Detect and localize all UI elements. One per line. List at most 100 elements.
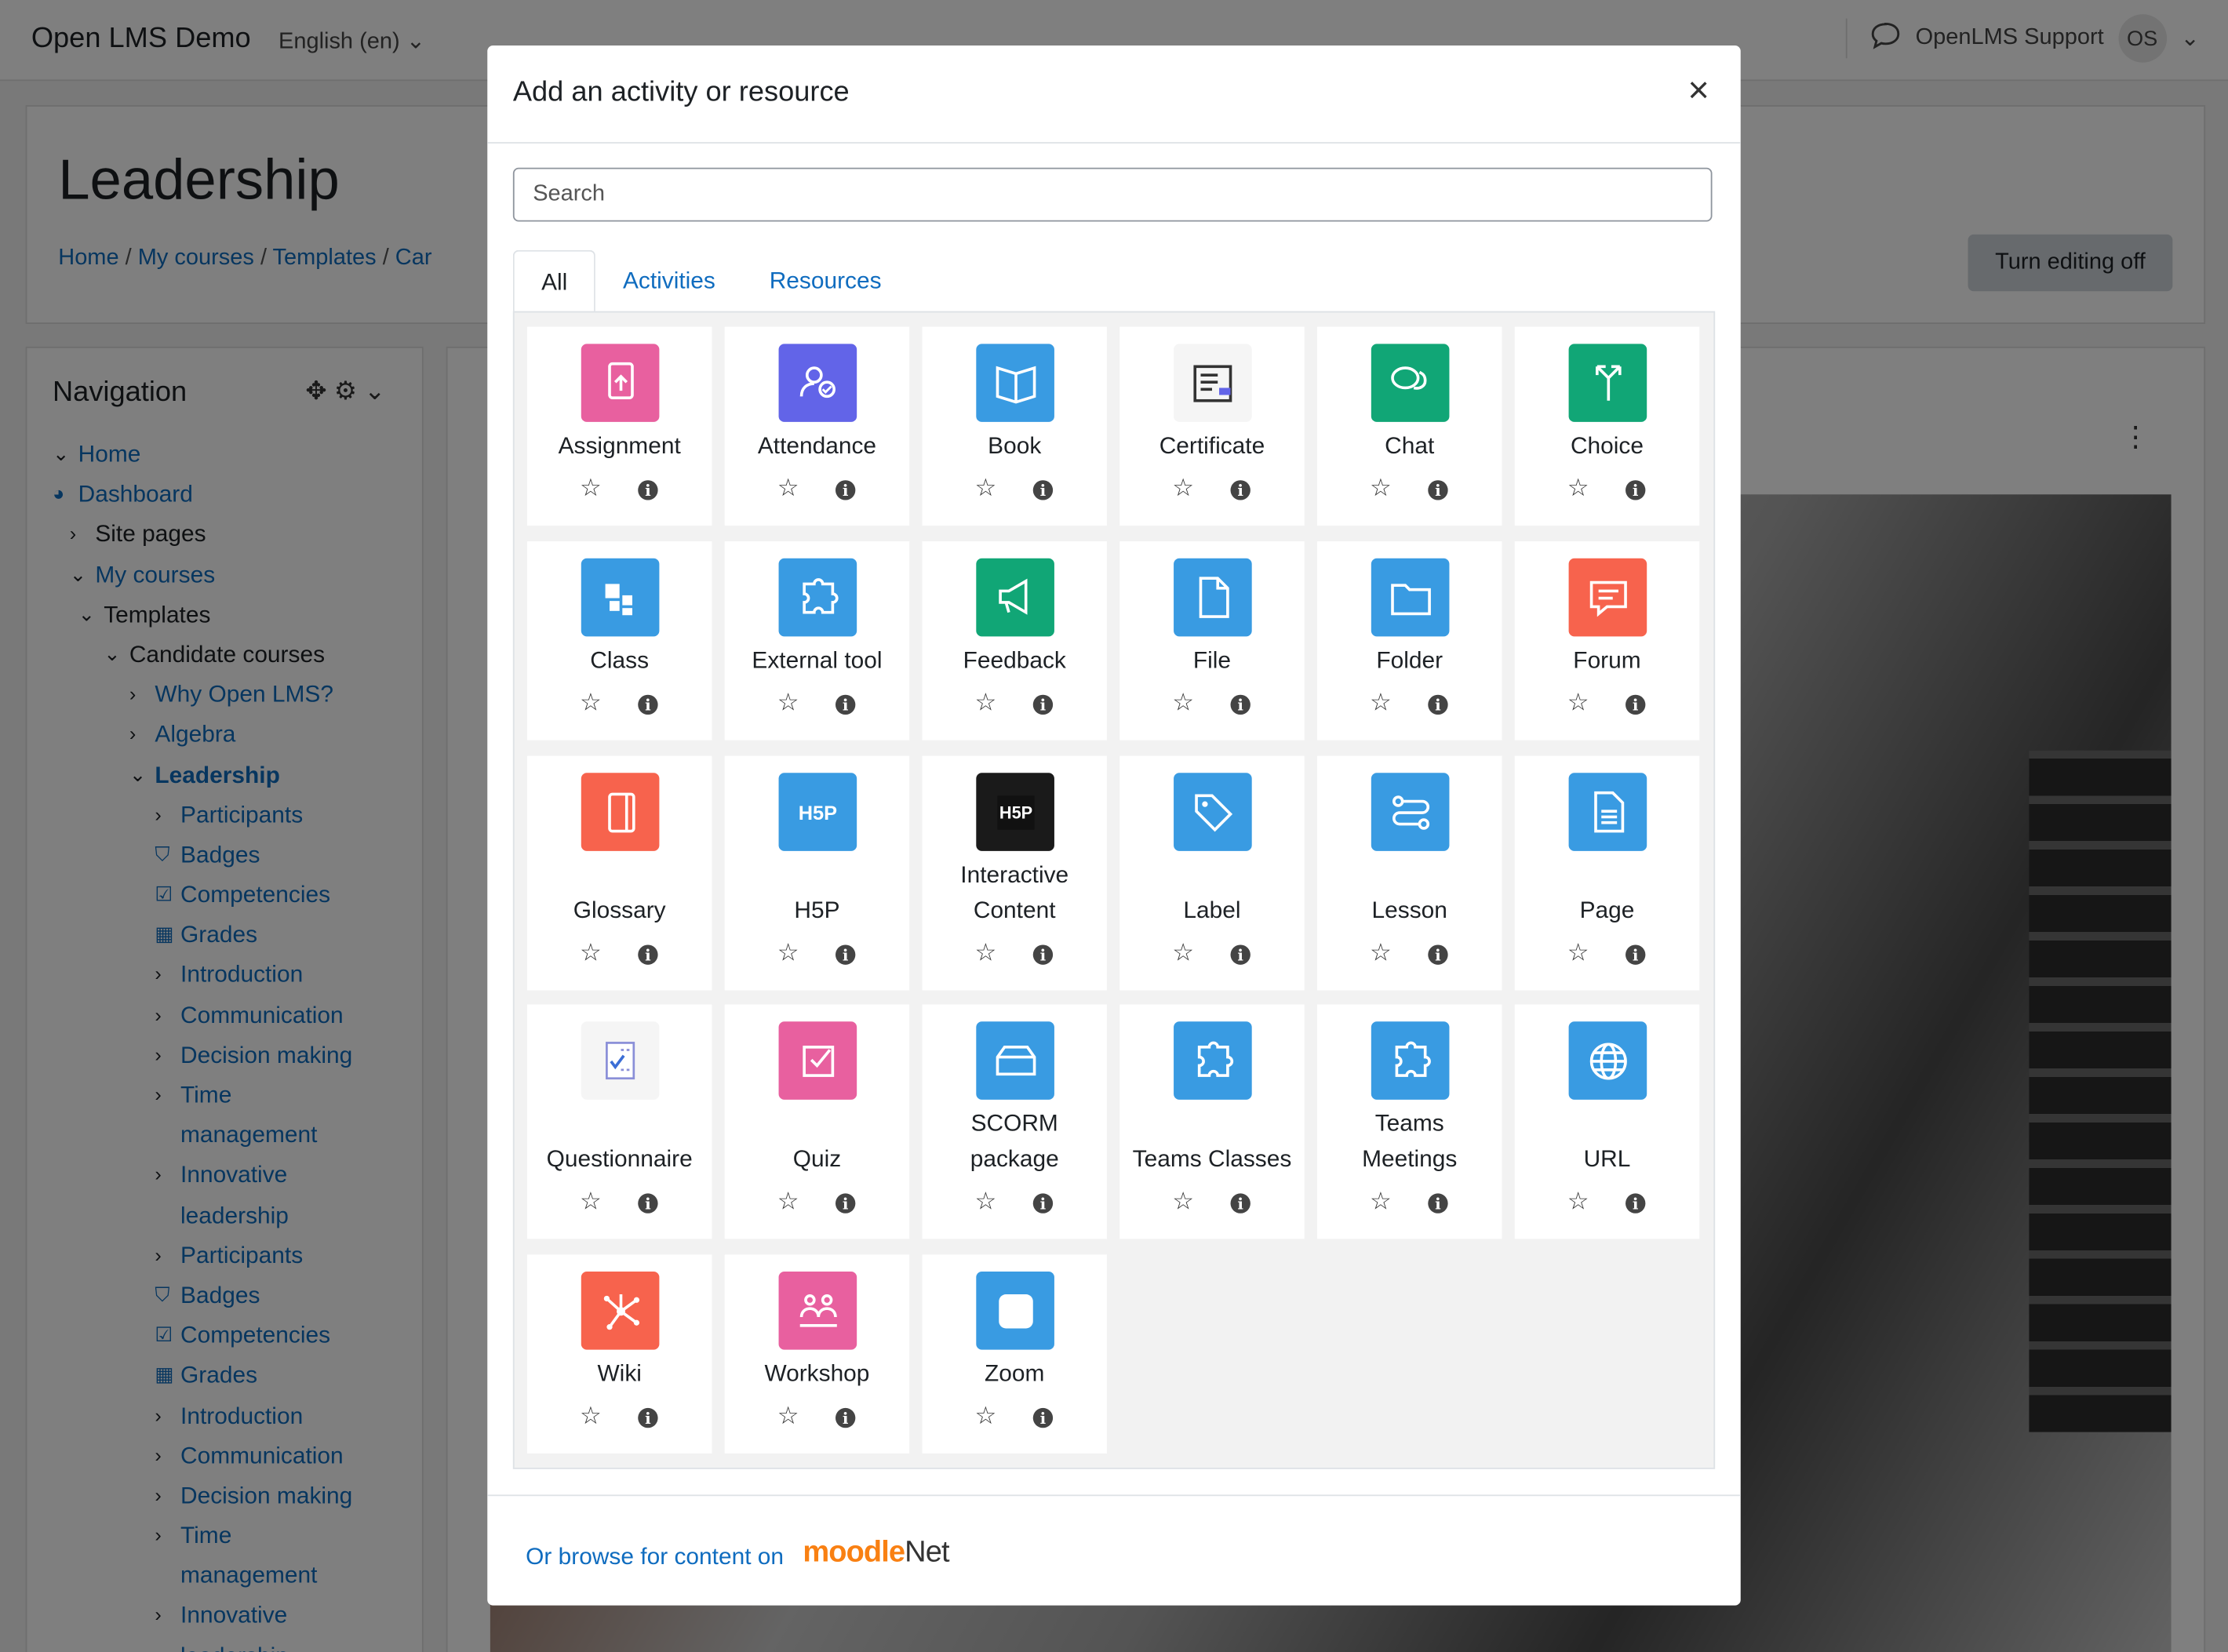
star-icon[interactable]: ☆ <box>974 939 996 967</box>
star-icon[interactable]: ☆ <box>974 1188 996 1216</box>
star-icon[interactable]: ☆ <box>580 1403 602 1431</box>
module-tile[interactable]: Wiki ☆ i <box>526 1254 712 1454</box>
module-tile[interactable]: Teams Meetings ☆ i <box>1317 1004 1502 1239</box>
moodlenet-logo[interactable]: moodleNet <box>803 1536 949 1570</box>
info-icon[interactable]: i <box>1230 1193 1251 1214</box>
star-icon[interactable]: ☆ <box>580 1188 602 1216</box>
info-icon[interactable]: i <box>1230 694 1251 715</box>
moodlenet-link[interactable]: Or browse for content on <box>526 1545 784 1571</box>
info-icon[interactable]: i <box>638 1407 658 1428</box>
star-icon[interactable]: ☆ <box>1370 1188 1392 1216</box>
module-tile[interactable]: File ☆ i <box>1119 541 1305 740</box>
module-tile[interactable]: Glossary ☆ i <box>526 755 712 991</box>
module-tile[interactable]: Choice ☆ i <box>1514 326 1700 526</box>
star-icon[interactable]: ☆ <box>1172 939 1194 967</box>
star-icon[interactable]: ☆ <box>777 689 799 717</box>
star-icon[interactable]: ☆ <box>777 475 799 503</box>
star-icon[interactable]: ☆ <box>1567 689 1589 717</box>
module-tile[interactable]: Page ☆ i <box>1514 755 1700 991</box>
star-icon[interactable]: ☆ <box>777 939 799 967</box>
module-name: Questionnaire <box>546 1146 693 1173</box>
module-tile[interactable]: Assignment ☆ i <box>526 326 712 526</box>
module-tile[interactable]: Book ☆ i <box>922 326 1107 526</box>
info-icon[interactable]: i <box>1428 944 1448 965</box>
info-icon[interactable]: i <box>1032 1407 1054 1428</box>
module-tile[interactable]: Folder ☆ i <box>1317 541 1502 740</box>
star-icon[interactable]: ☆ <box>1172 689 1194 717</box>
info-icon[interactable]: i <box>1625 1193 1646 1214</box>
info-icon[interactable]: i <box>1428 1193 1448 1214</box>
module-tile[interactable]: H5P Interactive Content ☆ i <box>922 755 1107 991</box>
star-icon[interactable]: ☆ <box>580 939 602 967</box>
info-icon[interactable]: i <box>1032 480 1054 500</box>
info-icon[interactable]: i <box>638 944 658 965</box>
module-tile[interactable]: Teams Classes ☆ i <box>1119 1004 1305 1239</box>
info-icon[interactable]: i <box>638 480 658 500</box>
activity-chooser-dialog: Add an activity or resource × All Activi… <box>487 45 1741 1606</box>
module-name: H5P <box>794 897 840 924</box>
star-icon[interactable]: ☆ <box>1172 1188 1194 1216</box>
module-tile[interactable]: Attendance ☆ i <box>724 326 910 526</box>
tab-activities[interactable]: Activities <box>596 250 743 311</box>
star-icon[interactable]: ☆ <box>580 475 602 503</box>
star-icon[interactable]: ☆ <box>580 689 602 717</box>
info-icon[interactable]: i <box>1625 480 1646 500</box>
dialog-header: Add an activity or resource × <box>487 45 1741 144</box>
info-icon[interactable]: i <box>1230 944 1251 965</box>
star-icon[interactable]: ☆ <box>1370 689 1392 717</box>
tab-all[interactable]: All <box>512 249 596 315</box>
info-icon[interactable]: i <box>1032 1193 1054 1214</box>
module-tile[interactable]: Chat ☆ i <box>1317 326 1502 526</box>
close-icon[interactable]: × <box>1687 71 1709 108</box>
module-tile[interactable]: URL ☆ i <box>1514 1004 1700 1239</box>
info-icon[interactable]: i <box>1230 480 1251 500</box>
module-tile[interactable]: Zoom ☆ i <box>922 1254 1107 1454</box>
info-icon[interactable]: i <box>1625 944 1646 965</box>
star-icon[interactable]: ☆ <box>974 475 996 503</box>
h5p-icon: H5P <box>778 773 857 851</box>
module-tile[interactable]: Class ☆ i <box>526 541 712 740</box>
star-icon[interactable]: ☆ <box>1567 1188 1589 1216</box>
info-icon[interactable]: i <box>1428 480 1448 500</box>
info-icon[interactable]: i <box>835 694 856 715</box>
info-icon[interactable]: i <box>835 480 856 500</box>
info-icon[interactable]: i <box>1625 694 1646 715</box>
module-name: Class <box>590 647 650 674</box>
info-icon[interactable]: i <box>835 1407 856 1428</box>
module-name: Attendance <box>757 433 877 460</box>
module-tile[interactable]: Lesson ☆ i <box>1317 755 1502 991</box>
star-icon[interactable]: ☆ <box>1567 939 1589 967</box>
module-tile[interactable]: External tool ☆ i <box>724 541 910 740</box>
star-icon[interactable]: ☆ <box>1172 475 1194 503</box>
info-icon[interactable]: i <box>835 1193 856 1214</box>
info-icon[interactable]: i <box>1428 694 1448 715</box>
star-icon[interactable]: ☆ <box>974 689 996 717</box>
module-tile[interactable]: SCORM package ☆ i <box>922 1004 1107 1239</box>
info-icon[interactable]: i <box>638 694 658 715</box>
module-name: Interactive Content <box>960 862 1069 924</box>
module-tile[interactable]: Forum ☆ i <box>1514 541 1700 740</box>
module-tile[interactable]: Certificate ☆ i <box>1119 326 1305 526</box>
module-tile[interactable]: Questionnaire ☆ i <box>526 1004 712 1239</box>
star-icon[interactable]: ☆ <box>1370 475 1392 503</box>
info-icon[interactable]: i <box>1032 694 1054 715</box>
search-input[interactable] <box>512 167 1713 222</box>
star-icon[interactable]: ☆ <box>777 1188 799 1216</box>
module-tile[interactable]: Feedback ☆ i <box>922 541 1107 740</box>
module-tile[interactable]: Workshop ☆ i <box>724 1254 910 1454</box>
tab-resources[interactable]: Resources <box>742 250 908 311</box>
star-icon[interactable]: ☆ <box>1567 475 1589 503</box>
info-icon[interactable]: i <box>1032 944 1054 965</box>
module-grid: Assignment ☆ i Attendance ☆ i Book ☆ i Certificat… <box>512 311 1716 1469</box>
star-icon[interactable]: ☆ <box>1370 939 1392 967</box>
info-icon[interactable]: i <box>835 944 856 965</box>
module-tile[interactable]: Quiz ☆ i <box>724 1004 910 1239</box>
module-name: Quiz <box>792 1146 842 1173</box>
module-tile[interactable]: Label ☆ i <box>1119 755 1305 991</box>
star-icon[interactable]: ☆ <box>974 1403 996 1431</box>
svg-text:H5P: H5P <box>799 802 837 824</box>
info-icon[interactable]: i <box>638 1193 658 1214</box>
module-tile[interactable]: H5P H5P ☆ i <box>724 755 910 991</box>
star-icon[interactable]: ☆ <box>777 1403 799 1431</box>
module-name: File <box>1192 647 1232 674</box>
